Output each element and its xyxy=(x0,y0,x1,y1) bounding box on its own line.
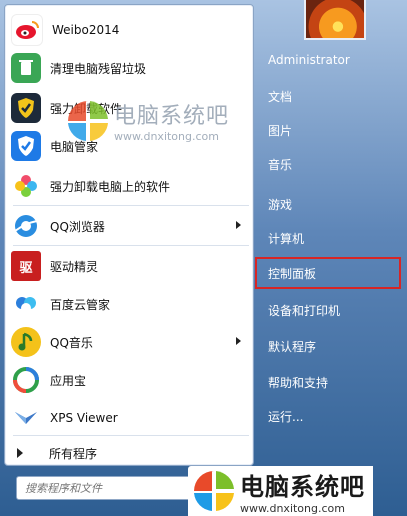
program-label: QQ浏览器 xyxy=(50,219,105,234)
program-item-qq-browser[interactable]: QQ浏览器 xyxy=(7,209,251,243)
right-item-label: 运行... xyxy=(268,409,304,424)
recycle-icon xyxy=(11,53,41,83)
right-item-documents[interactable]: 文档 xyxy=(262,84,402,108)
qq-browser-icon xyxy=(11,211,41,241)
divider xyxy=(13,435,249,436)
right-item-pictures[interactable]: 图片 xyxy=(262,118,402,142)
program-label: QQ音乐 xyxy=(50,335,93,350)
program-item-uninstall-software[interactable]: 强力卸载电脑上的软件 xyxy=(7,169,251,203)
program-item-weibo[interactable]: Weibo2014 xyxy=(7,13,251,47)
watermark-brand: 电脑系统吧 xyxy=(114,104,230,129)
submenu-arrow-icon xyxy=(236,337,241,345)
search-input[interactable] xyxy=(17,478,210,499)
right-item-label: 计算机 xyxy=(268,231,305,246)
divider xyxy=(13,245,249,246)
right-item-label: 帮助和支持 xyxy=(268,375,329,390)
weibo-icon xyxy=(11,14,43,46)
submenu-arrow-icon xyxy=(236,221,241,229)
program-label: XPS Viewer xyxy=(50,411,118,425)
qq-music-icon xyxy=(11,327,41,357)
right-item-administrator[interactable]: Administrator xyxy=(262,48,402,72)
baidu-cloud-icon xyxy=(11,289,41,319)
watermark-brand: 电脑系统吧 xyxy=(240,473,365,501)
driver-genius-icon: 驱 xyxy=(11,251,41,281)
driver-genius-glyph: 驱 xyxy=(19,260,33,276)
program-label: 驱动精灵 xyxy=(50,259,99,274)
flower-icon xyxy=(11,171,41,201)
program-item-xps-viewer[interactable]: XPS Viewer xyxy=(7,401,251,435)
program-item-app-store[interactable]: 应用宝 xyxy=(7,363,251,397)
windows-logo-icon xyxy=(68,100,108,141)
right-item-computer[interactable]: 计算机 xyxy=(262,226,402,250)
right-item-label: 图片 xyxy=(268,123,293,138)
program-item-baidu-cloud[interactable]: 百度云管家 xyxy=(7,287,251,321)
program-label: 强力卸载电脑上的软件 xyxy=(50,179,171,194)
app-store-icon xyxy=(11,365,41,395)
right-item-label: 默认程序 xyxy=(268,339,317,354)
all-programs-label: 所有程序 xyxy=(49,446,98,461)
watermark-corner: 电脑系统吧 www.dnxitong.com xyxy=(188,466,373,516)
watermark-url: www.dnxitong.com xyxy=(240,502,345,515)
right-item-default-programs[interactable]: 默认程序 xyxy=(262,334,402,358)
tencent-shield-icon xyxy=(11,131,41,161)
right-item-label: 文档 xyxy=(268,89,293,104)
divider xyxy=(13,205,249,206)
program-item-cleaner[interactable]: 清理电脑残留垃圾 xyxy=(7,51,251,85)
program-item-driver-genius[interactable]: 驱 驱动精灵 xyxy=(7,249,251,283)
right-item-run[interactable]: 运行... xyxy=(262,404,402,428)
watermark-url: www.dnxitong.com xyxy=(114,130,219,143)
right-item-label: 设备和打印机 xyxy=(268,303,341,318)
all-programs-button[interactable]: 所有程序 xyxy=(7,441,251,465)
right-item-control-panel[interactable]: 控制面板 xyxy=(255,257,401,289)
program-label: 百度云管家 xyxy=(50,297,111,312)
watermark: 电脑系统吧 www.dnxitong.com xyxy=(66,98,229,143)
expand-arrow-icon xyxy=(17,448,23,458)
right-item-label: Administrator xyxy=(268,53,350,67)
user-avatar[interactable] xyxy=(304,0,366,40)
right-item-label: 音乐 xyxy=(268,157,293,172)
program-item-qq-music[interactable]: QQ音乐 xyxy=(7,325,251,359)
right-item-devices-printers[interactable]: 设备和打印机 xyxy=(262,298,402,322)
right-item-help-support[interactable]: 帮助和支持 xyxy=(262,370,402,394)
program-label: Weibo2014 xyxy=(52,23,120,37)
right-item-music[interactable]: 音乐 xyxy=(262,152,402,176)
right-item-label: 控制面板 xyxy=(268,266,317,281)
right-item-label: 游戏 xyxy=(268,197,293,212)
right-item-games[interactable]: 游戏 xyxy=(262,192,402,216)
windows-logo-icon xyxy=(194,471,234,511)
program-label: 清理电脑残留垃圾 xyxy=(50,61,147,76)
programs-pane: Weibo2014 清理电脑残留垃圾 强力卸载软件 电脑管家 强力卸载电脑上的软… xyxy=(4,4,254,466)
xps-viewer-icon xyxy=(11,403,41,433)
uninstall-shield-icon xyxy=(11,93,41,123)
program-label: 应用宝 xyxy=(50,373,87,388)
